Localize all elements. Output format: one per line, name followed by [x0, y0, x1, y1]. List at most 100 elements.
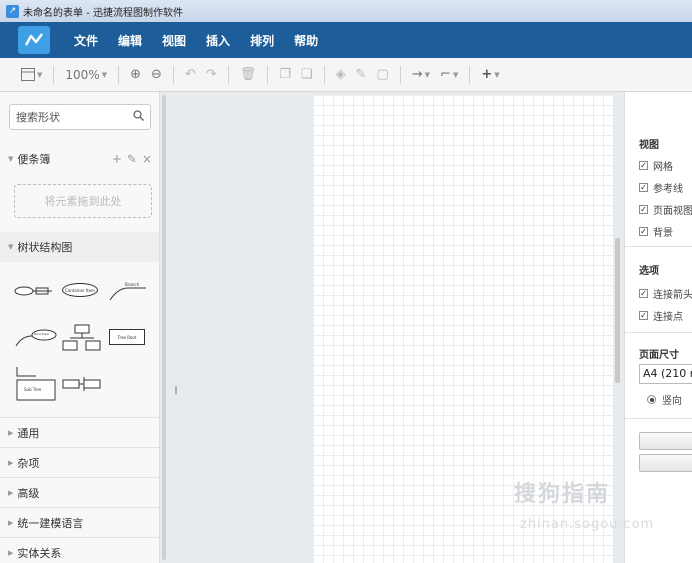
sidebar-scrollbar[interactable]: [162, 95, 166, 560]
format-panel: 视图 ✓ 网格 ✓ 参考线 ✓ 页面视图 ✓ 背景 选项 ✓ 连接箭头 ✓ 连接点 页面尺寸…: [624, 92, 692, 563]
triangle-right-icon: ▶: [8, 548, 14, 557]
section-tree-title: 树状结构图: [17, 241, 73, 254]
panel-divider: [625, 246, 692, 247]
portrait-radio[interactable]: 竖向: [647, 392, 682, 407]
toolbar-divider: [399, 65, 401, 84]
shape-sidebar: 搜索形状 ▼ 便条簿 + ✎ × 将元素拖到此处 ▼ 树状结构图 Contain…: [0, 92, 160, 563]
toolbar-divider: [323, 65, 325, 84]
insert-plus-icon[interactable]: + ▼: [476, 67, 504, 82]
menu-bar: 文件 编辑 视图 插入 排列 帮助: [0, 22, 692, 58]
section-general[interactable]: ▶ 通用: [0, 417, 159, 447]
delete-icon[interactable]: 🗑: [235, 67, 262, 82]
shape-sub-tree-label: Sub Tree: [24, 387, 42, 392]
menu-edit[interactable]: 编辑: [108, 32, 152, 49]
watermark-brand: 搜狗指南: [514, 482, 611, 507]
options-section-title: 选项: [639, 266, 659, 277]
toolbar-divider: [267, 65, 269, 84]
toolbar-divider: [469, 65, 471, 84]
panel-layout-icon: [21, 68, 35, 81]
grid-label: 网格: [653, 162, 673, 173]
section-tree[interactable]: ▼ 树状结构图: [0, 232, 159, 262]
menu-file[interactable]: 文件: [64, 32, 108, 49]
background-checkbox[interactable]: ✓ 背景: [639, 224, 673, 239]
connection-points-checkbox[interactable]: ✓ 连接点: [639, 308, 683, 323]
section-uml[interactable]: ▶ 统一建模语言: [0, 507, 159, 537]
toolbar: ▼ 100% ▼ ⊕ ⊖ ↶ ↷ 🗑 ❐ ❏ ◈ ✎ ▢ → ▼ ⌐ ▼ + ▼: [0, 58, 692, 92]
notes-actions: + ✎ ×: [112, 144, 152, 174]
search-placeholder: 搜索形状: [16, 111, 60, 124]
page-view-checkbox[interactable]: ✓ 页面视图: [639, 202, 692, 217]
triangle-down-icon: ▼: [8, 155, 14, 163]
line-color-icon[interactable]: ✎: [351, 67, 372, 82]
section-entity-relation[interactable]: ▶ 实体关系: [0, 537, 159, 563]
shape-link-ellipse[interactable]: [14, 284, 54, 298]
connection-arrows-checkbox[interactable]: ✓ 连接箭头: [639, 286, 692, 301]
toolbar-divider: [227, 65, 229, 84]
triangle-down-icon: ▼: [8, 243, 14, 251]
window-titlebar: ↗ 未命名的表单 - 迅捷流程图制作软件: [0, 0, 692, 22]
undo-icon[interactable]: ↶: [180, 67, 201, 82]
page-size-select[interactable]: A4 (210 mm x 297 mm): [639, 364, 692, 384]
menu-arrange[interactable]: 排列: [240, 32, 284, 49]
checkbox-check-icon: ✓: [639, 311, 648, 320]
toolbar-divider: [118, 65, 120, 84]
fill-color-icon[interactable]: ◈: [331, 67, 351, 82]
to-front-icon[interactable]: ❐: [274, 67, 296, 82]
window-title: 未命名的表单 - 迅捷流程图制作软件: [23, 7, 183, 19]
page-size-title: 页面尺寸: [639, 350, 679, 361]
zoom-value: 100%: [65, 67, 100, 82]
checkbox-check-icon: ✓: [639, 161, 648, 170]
section-advanced[interactable]: ▶ 高级: [0, 477, 159, 507]
zoom-dropdown[interactable]: 100% ▼: [60, 68, 112, 82]
sidebar-resize-handle[interactable]: ‖: [174, 385, 178, 394]
app-icon: ↗: [6, 4, 19, 18]
panel-toggle-button[interactable]: ▼: [16, 68, 47, 81]
shape-horizontal-tree[interactable]: [62, 376, 102, 392]
menu-view[interactable]: 视图: [152, 32, 196, 49]
shape-org-tree[interactable]: [62, 324, 102, 352]
search-icon: [133, 110, 144, 124]
view-section-title: 视图: [639, 140, 659, 151]
panel-button-2[interactable]: [639, 454, 692, 472]
background-label: 背景: [653, 228, 673, 239]
section-advanced-title: 高级: [17, 486, 40, 500]
to-back-icon[interactable]: ❏: [296, 67, 318, 82]
toolbar-divider: [172, 65, 174, 84]
radio-icon: [647, 395, 656, 404]
portrait-label: 竖向: [662, 396, 682, 407]
section-misc-title: 杂项: [17, 456, 40, 470]
shape-container-ellipse[interactable]: Container Item: [62, 283, 98, 297]
waypoint-style-icon[interactable]: ⌐ ▼: [435, 67, 463, 82]
canvas-scrollbar[interactable]: [615, 238, 620, 383]
shadow-icon[interactable]: ▢: [371, 67, 393, 82]
zoom-in-icon[interactable]: ⊕: [125, 67, 146, 82]
logo-icon[interactable]: [18, 26, 50, 54]
page-view-label: 页面视图: [653, 206, 692, 217]
connection-arrow-icon[interactable]: → ▼: [407, 67, 435, 82]
section-general-title: 通用: [17, 426, 40, 440]
close-icon[interactable]: ×: [142, 152, 152, 166]
shape-root-topic[interactable]: [14, 328, 60, 348]
guides-checkbox[interactable]: ✓ 参考线: [639, 180, 683, 195]
edit-icon[interactable]: ✎: [127, 152, 137, 166]
panel-button-1[interactable]: [639, 432, 692, 450]
section-misc[interactable]: ▶ 杂项: [0, 447, 159, 477]
watermark-url: zhinan.sogou.com: [520, 517, 655, 532]
triangle-right-icon: ▶: [8, 518, 14, 527]
checkbox-check-icon: ✓: [639, 205, 648, 214]
search-shapes-input[interactable]: 搜索形状: [9, 104, 151, 130]
section-notes[interactable]: ▼ 便条簿 + ✎ ×: [0, 144, 159, 174]
redo-icon[interactable]: ↷: [201, 67, 222, 82]
menu-insert[interactable]: 插入: [196, 32, 240, 49]
triangle-right-icon: ▶: [8, 488, 14, 497]
shape-tree-root[interactable]: Tree Root: [109, 329, 145, 345]
drop-zone[interactable]: 将元素拖到此处: [14, 184, 152, 218]
grid-checkbox[interactable]: ✓ 网格: [639, 158, 673, 173]
triangle-right-icon: ▶: [8, 428, 14, 437]
checkbox-check-icon: ✓: [639, 289, 648, 298]
checkbox-check-icon: ✓: [639, 227, 648, 236]
add-icon[interactable]: +: [112, 152, 122, 166]
zoom-out-icon[interactable]: ⊖: [146, 67, 167, 82]
shape-sub-tree[interactable]: [16, 366, 56, 402]
menu-help[interactable]: 帮助: [284, 32, 328, 49]
